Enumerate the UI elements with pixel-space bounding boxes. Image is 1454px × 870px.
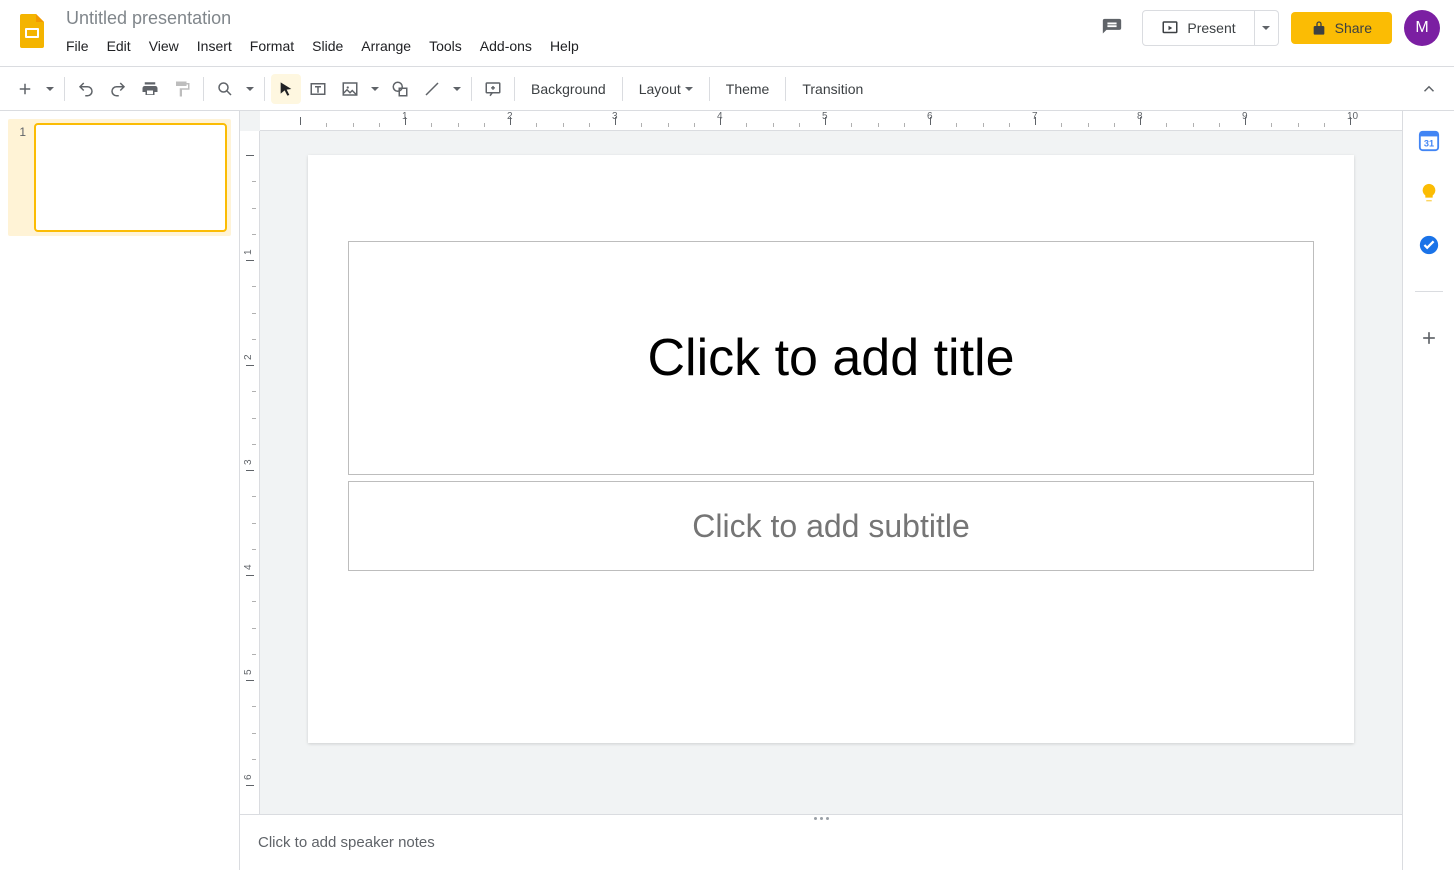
- chevron-down-icon: [246, 87, 254, 91]
- background-button[interactable]: Background: [521, 74, 616, 104]
- zoom-button[interactable]: [210, 74, 240, 104]
- present-button-label: Present: [1187, 20, 1235, 36]
- subtitle-placeholder[interactable]: Click to add subtitle: [348, 481, 1314, 571]
- calendar-app-icon[interactable]: 31: [1417, 129, 1441, 153]
- document-title-input[interactable]: Untitled presentation: [62, 6, 1094, 31]
- menu-help[interactable]: Help: [542, 34, 587, 58]
- new-slide-button[interactable]: [10, 74, 40, 104]
- menu-view[interactable]: View: [141, 34, 187, 58]
- redo-button[interactable]: [103, 74, 133, 104]
- body: 1 12345678910 123456 Click to add title …: [0, 111, 1454, 870]
- chevron-down-icon: [46, 87, 54, 91]
- canvas-mid-row: 123456 Click to add title Click to add s…: [240, 131, 1402, 814]
- toolbar-separator: [622, 77, 623, 101]
- slide-canvas[interactable]: Click to add title Click to add subtitle: [308, 155, 1354, 743]
- toolbar-separator: [785, 77, 786, 101]
- menu-add-ons[interactable]: Add-ons: [472, 34, 540, 58]
- toolbar-separator: [203, 77, 204, 101]
- select-tool[interactable]: [271, 74, 301, 104]
- menu-format[interactable]: Format: [242, 34, 302, 58]
- header-right-controls: Present Share M: [1094, 10, 1440, 46]
- menu-arrange[interactable]: Arrange: [353, 34, 419, 58]
- textbox-tool[interactable]: [303, 74, 333, 104]
- menu-edit[interactable]: Edit: [99, 34, 139, 58]
- menu-bar: FileEditViewInsertFormatSlideArrangeTool…: [58, 34, 1094, 58]
- app-logo-slides-icon[interactable]: [14, 12, 50, 48]
- chevron-down-icon: [1262, 26, 1270, 30]
- layout-dropdown[interactable]: Layout: [629, 74, 703, 104]
- hide-menus-button[interactable]: [1414, 74, 1444, 104]
- image-tool[interactable]: [335, 74, 365, 104]
- toolbar-separator: [709, 77, 710, 101]
- title-area: Untitled presentation FileEditViewInsert…: [62, 6, 1094, 58]
- zoom-dropdown[interactable]: [242, 74, 258, 104]
- vertical-ruler[interactable]: 123456: [240, 131, 260, 814]
- toolbar: Background Layout Theme Transition: [0, 67, 1454, 111]
- slide-thumbnail[interactable]: [34, 123, 227, 232]
- undo-button[interactable]: [71, 74, 101, 104]
- header-bar: Untitled presentation FileEditViewInsert…: [0, 0, 1454, 67]
- filmstrip[interactable]: 1: [0, 111, 240, 870]
- notes-resize-handle[interactable]: [240, 814, 1402, 822]
- toolbar-separator: [471, 77, 472, 101]
- menu-insert[interactable]: Insert: [189, 34, 240, 58]
- account-avatar[interactable]: M: [1404, 10, 1440, 46]
- keep-app-icon[interactable]: [1417, 181, 1441, 205]
- slide-thumbnail-row[interactable]: 1: [8, 119, 231, 236]
- chevron-down-icon: [453, 87, 461, 91]
- toolbar-separator: [514, 77, 515, 101]
- toolbar-separator: [64, 77, 65, 101]
- present-dropdown-button[interactable]: [1255, 10, 1279, 46]
- paint-format-button[interactable]: [167, 74, 197, 104]
- theme-button[interactable]: Theme: [716, 74, 780, 104]
- menu-file[interactable]: File: [58, 34, 97, 58]
- toolbar-separator: [264, 77, 265, 101]
- canvas-area: 12345678910 123456 Click to add title Cl…: [240, 111, 1402, 870]
- line-tool[interactable]: [417, 74, 447, 104]
- chevron-down-icon: [371, 87, 379, 91]
- present-button-group: Present: [1142, 10, 1278, 46]
- comment-tool[interactable]: [478, 74, 508, 104]
- transition-button[interactable]: Transition: [792, 74, 873, 104]
- line-tool-dropdown[interactable]: [449, 74, 465, 104]
- print-button[interactable]: [135, 74, 165, 104]
- side-panel: 31: [1402, 111, 1454, 870]
- slide-thumbnail-number: 1: [12, 123, 26, 139]
- share-button[interactable]: Share: [1291, 12, 1392, 44]
- shape-tool[interactable]: [385, 74, 415, 104]
- horizontal-ruler[interactable]: 12345678910: [260, 111, 1402, 131]
- speaker-notes-input[interactable]: Click to add speaker notes: [240, 822, 1402, 870]
- add-apps-button[interactable]: [1417, 326, 1441, 350]
- share-button-label: Share: [1335, 20, 1372, 36]
- new-slide-dropdown[interactable]: [42, 74, 58, 104]
- tasks-app-icon[interactable]: [1417, 233, 1441, 257]
- svg-text:31: 31: [1423, 139, 1433, 149]
- comments-icon[interactable]: [1094, 10, 1130, 46]
- slide-stage[interactable]: Click to add title Click to add subtitle: [260, 131, 1402, 814]
- menu-slide[interactable]: Slide: [304, 34, 351, 58]
- present-button[interactable]: Present: [1142, 10, 1254, 46]
- image-tool-dropdown[interactable]: [367, 74, 383, 104]
- title-placeholder[interactable]: Click to add title: [348, 241, 1314, 475]
- menu-tools[interactable]: Tools: [421, 34, 470, 58]
- toolbar-right: [1414, 74, 1444, 104]
- side-panel-separator: [1415, 291, 1443, 292]
